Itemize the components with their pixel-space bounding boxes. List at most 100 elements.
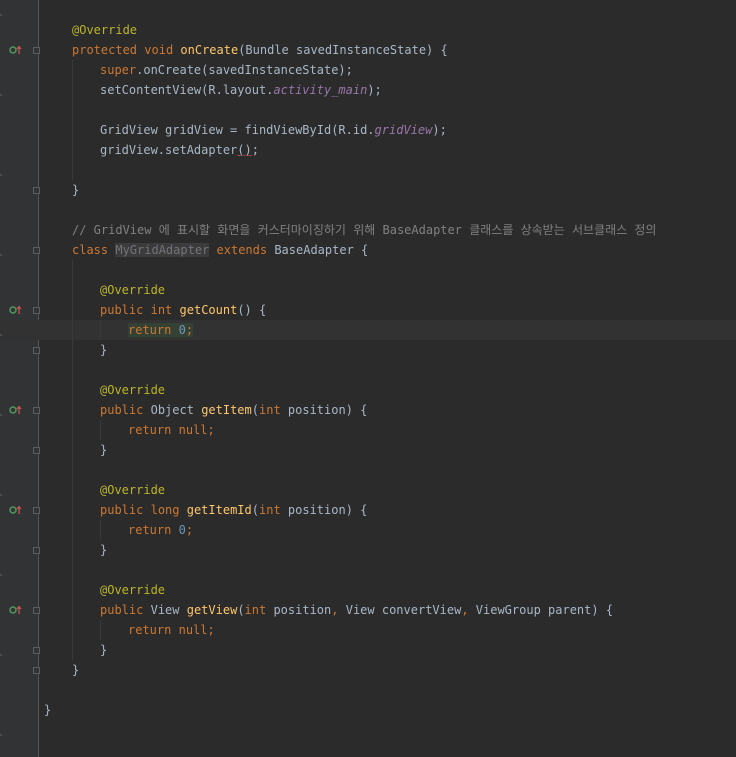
implement-method-icon[interactable] <box>9 305 23 315</box>
number-literal: 0 <box>178 523 186 537</box>
code-text: ); <box>432 123 447 137</box>
keyword: class <box>72 243 109 257</box>
code-line[interactable]: public Object getItem(int position) { <box>100 400 367 420</box>
semicolon: ; <box>207 423 215 437</box>
method-name: getItemId <box>186 503 252 517</box>
fold-marker[interactable] <box>33 407 40 414</box>
code-line[interactable]: setContentView(R.layout.activity_main); <box>100 80 382 100</box>
code-line[interactable]: super.onCreate(savedInstanceState); <box>100 60 353 80</box>
override-method-icon[interactable] <box>9 45 23 55</box>
code-text: position) { <box>280 403 368 417</box>
code-line[interactable]: public View getView(int position, View c… <box>100 600 613 620</box>
method-name: getItem <box>201 403 252 417</box>
code-text: View convertView <box>338 603 462 617</box>
null-literal: null <box>178 423 208 437</box>
implement-method-icon[interactable] <box>9 405 23 415</box>
code-text: position) { <box>280 503 368 517</box>
fold-marker[interactable] <box>33 547 40 554</box>
fold-marker[interactable] <box>33 447 40 454</box>
line-gutter[interactable] <box>0 0 38 757</box>
implement-method-icon[interactable] <box>9 605 23 615</box>
code-line[interactable]: } <box>44 700 51 720</box>
code-line[interactable]: } <box>100 640 107 660</box>
keyword: extends <box>216 243 268 257</box>
annotation: @Override <box>100 283 166 297</box>
gutter-mark <box>0 174 2 176</box>
keyword: return <box>128 323 172 337</box>
code-line[interactable]: return 0; <box>128 320 194 340</box>
field-reference: activity_main <box>273 83 368 97</box>
gutter-mark <box>0 14 2 16</box>
code-text: setContentView(R.layout. <box>100 83 274 97</box>
code-text: position <box>266 603 332 617</box>
keyword: return <box>128 523 172 537</box>
code-line[interactable]: @Override <box>72 20 137 40</box>
code-text: } <box>100 643 108 657</box>
code-line[interactable]: @Override <box>100 380 165 400</box>
code-text: } <box>72 183 80 197</box>
gutter-mark <box>0 574 2 576</box>
code-editor[interactable]: @Override protected void onCreate(Bundle… <box>0 0 736 757</box>
code-line[interactable]: gridView.setAdapter(); <box>100 140 259 160</box>
annotation: @Override <box>100 383 166 397</box>
gutter-mark <box>0 654 2 656</box>
code-text: GridView gridView = findViewById(R.id. <box>100 123 375 137</box>
annotation: @Override <box>72 23 138 37</box>
code-line[interactable]: @Override <box>100 580 165 600</box>
indent-guide <box>100 420 101 440</box>
fold-marker[interactable] <box>33 47 40 54</box>
unused-class-name: MyGridAdapter <box>115 243 210 257</box>
gutter-mark <box>0 254 2 256</box>
code-text: } <box>100 543 108 557</box>
code-text: gridView.setAdapter <box>100 143 238 157</box>
code-line[interactable]: } <box>100 440 107 460</box>
fold-marker[interactable] <box>33 307 40 314</box>
keyword: protected <box>72 43 138 57</box>
code-line[interactable]: GridView gridView = findViewById(R.id.gr… <box>100 120 447 140</box>
code-line[interactable]: @Override <box>100 480 165 500</box>
code-line[interactable]: return null; <box>128 620 215 640</box>
fold-marker[interactable] <box>33 347 40 354</box>
code-line[interactable]: protected void onCreate(Bundle savedInst… <box>72 40 448 60</box>
code-line[interactable]: @Override <box>100 280 165 300</box>
indent-guide <box>72 260 73 660</box>
code-text: Object <box>150 403 194 417</box>
keyword: int <box>244 603 267 617</box>
gutter-mark <box>0 414 2 416</box>
code-text: } <box>72 663 80 677</box>
code-text: () { <box>237 303 267 317</box>
code-text: ; <box>251 143 259 157</box>
code-text: } <box>44 703 52 717</box>
implement-method-icon[interactable] <box>9 505 23 515</box>
fold-marker[interactable] <box>33 667 40 674</box>
code-line[interactable]: } <box>100 540 107 560</box>
code-line[interactable]: // GridView 에 표시할 화면을 커스터마이징하기 위해 BaseAd… <box>72 220 656 240</box>
code-line[interactable]: } <box>100 340 107 360</box>
fold-marker[interactable] <box>33 247 40 254</box>
gutter-mark <box>0 94 2 96</box>
code-text: ViewGroup parent) { <box>468 603 614 617</box>
code-line[interactable]: return 0; <box>128 520 193 540</box>
code-line[interactable]: } <box>72 180 79 200</box>
number-literal: 0 <box>178 323 186 337</box>
semicolon: ; <box>185 323 194 337</box>
fold-marker[interactable] <box>33 187 40 194</box>
code-text: BaseAdapter { <box>274 243 369 257</box>
fold-marker[interactable] <box>33 507 40 514</box>
code-line[interactable]: return null; <box>128 420 215 440</box>
caret-line-highlight <box>0 320 736 340</box>
code-line[interactable]: } <box>72 660 79 680</box>
code-line[interactable]: public long getItemId(int position) { <box>100 500 367 520</box>
error-highlight: () <box>237 143 252 157</box>
fold-marker[interactable] <box>33 607 40 614</box>
code-line[interactable]: class MyGridAdapter extends BaseAdapter … <box>72 240 368 260</box>
code-text: ( <box>251 403 259 417</box>
code-text: .onCreate(savedInstanceState); <box>136 63 353 77</box>
field-reference: gridView <box>374 123 433 137</box>
code-line[interactable]: public int getCount() { <box>100 300 266 320</box>
fold-marker[interactable] <box>33 647 40 654</box>
code-text: (Bundle savedInstanceState) { <box>238 43 448 57</box>
code-text: } <box>100 343 108 357</box>
keyword: public <box>100 503 144 517</box>
gutter-mark <box>0 494 2 496</box>
